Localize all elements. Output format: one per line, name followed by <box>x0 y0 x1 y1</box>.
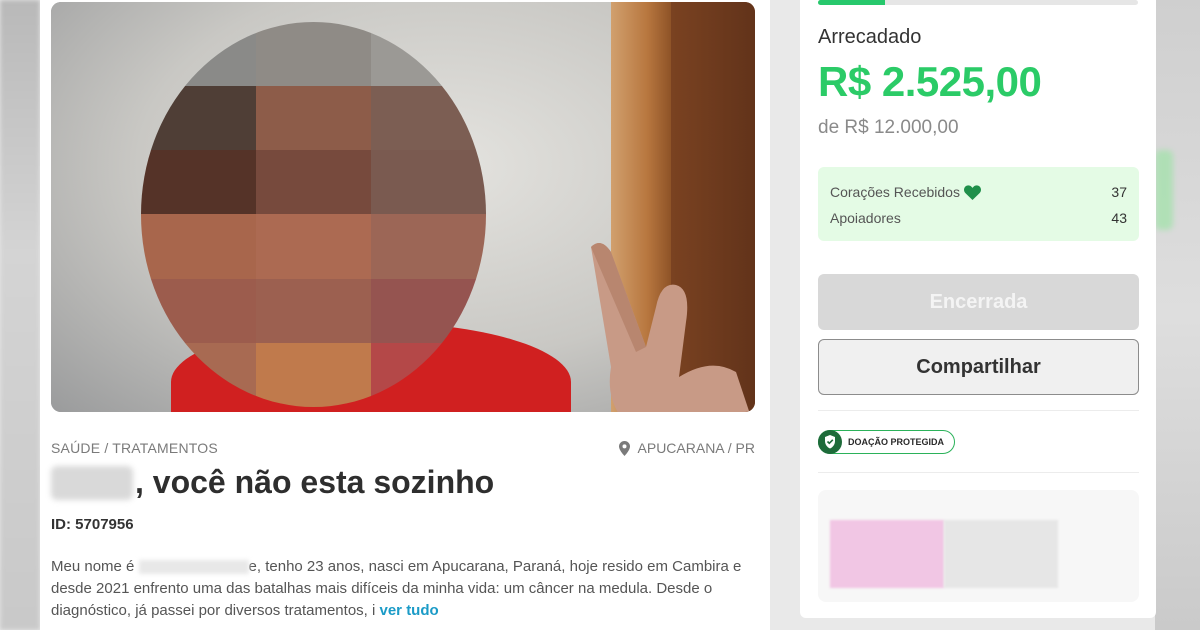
stats-box: Corações Recebidos 37 Apoiadores 43 <box>818 167 1139 241</box>
divider <box>818 410 1139 411</box>
campaign-location-text: APUCARANA / PR <box>637 440 755 456</box>
raised-label: Arrecadado <box>818 26 922 48</box>
read-more-link[interactable]: ver tudo <box>380 602 439 619</box>
hearts-label: Corações Recebidos <box>830 184 960 200</box>
donation-sidebar: Arrecadado R$ 2.525,00 de R$ 12.000,00 C… <box>800 0 1156 618</box>
campaign-location: APUCARANA / PR <box>618 440 755 456</box>
supporters-label: Apoiadores <box>830 210 901 226</box>
goal-amount: de R$ 12.000,00 <box>818 117 959 138</box>
blurred-block <box>944 520 1058 588</box>
photo-hand <box>591 243 750 412</box>
blurred-block <box>830 520 944 588</box>
hearts-row: Corações Recebidos 37 <box>830 179 1127 205</box>
blurred-content-box <box>818 490 1139 602</box>
background-left-edge <box>0 0 40 630</box>
campaign-category[interactable]: SAÚDE / TRATAMENTOS <box>51 440 218 456</box>
divider <box>818 472 1139 473</box>
campaign-description: Meu nome é e, tenho 23 anos, nasci em Ap… <box>51 556 761 622</box>
campaign-main-card: SAÚDE / TRATAMENTOS APUCARANA / PR , voc… <box>40 0 770 630</box>
description-start: Meu nome é <box>51 558 139 575</box>
campaign-title-text: , você não esta sozinho <box>135 464 495 500</box>
pixelated-face <box>141 22 486 407</box>
supporters-row: Apoiadores 43 <box>830 205 1127 231</box>
shield-icon <box>818 430 842 454</box>
share-button[interactable]: Compartilhar <box>818 339 1139 395</box>
protected-donation-badge[interactable]: DOAÇÃO PROTEGIDA <box>818 430 956 454</box>
hearts-label-wrap: Corações Recebidos <box>830 184 981 200</box>
background-blur-shape <box>1155 150 1173 230</box>
map-pin-icon <box>618 440 630 456</box>
blurred-name <box>51 465 133 500</box>
raised-amount: R$ 2.525,00 <box>818 58 1042 105</box>
blurred-name-inline <box>138 560 249 575</box>
campaign-title: , você não esta sozinho <box>51 464 494 501</box>
protected-donation-text: DOAÇÃO PROTEGIDA <box>848 437 945 447</box>
campaign-photo[interactable] <box>51 2 755 412</box>
progress-fill <box>818 0 886 5</box>
progress-bar <box>818 0 1138 5</box>
supporters-value: 43 <box>1111 210 1127 226</box>
campaign-id: ID: 5707956 <box>51 516 134 533</box>
closed-button[interactable]: Encerrada <box>818 274 1139 330</box>
hearts-value: 37 <box>1111 184 1127 200</box>
heart-icon <box>963 184 981 200</box>
background-right-edge <box>1155 0 1200 630</box>
